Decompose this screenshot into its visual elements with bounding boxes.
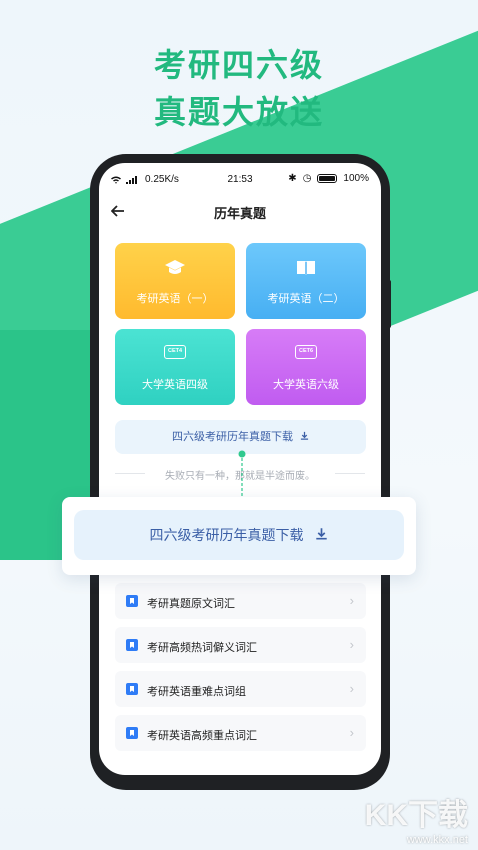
card-label: 大学英语六级	[273, 379, 339, 391]
card-label: 考研英语（二）	[267, 293, 345, 305]
card-cet6[interactable]: CET6 大学英语六级	[246, 329, 366, 405]
download-callout: 四六级考研历年真题下载	[62, 497, 416, 575]
headline-line1: 考研四六级	[153, 47, 324, 83]
list-item[interactable]: 考研英语高频重点词汇 ›	[115, 715, 366, 751]
download-icon	[316, 528, 328, 540]
download-button-large[interactable]: 四六级考研历年真题下载	[74, 510, 404, 560]
bookmark-icon	[126, 595, 138, 607]
chevron-right-icon: ›	[349, 681, 354, 696]
cet4-icon: CET4	[164, 345, 186, 359]
card-kaoyan-english-1[interactable]: 考研英语（一）	[115, 243, 235, 319]
card-cet4[interactable]: CET4 大学英语四级	[115, 329, 235, 405]
status-bar: 0.25K/s 21:53 ✱ ◷ 100%	[99, 163, 381, 195]
list-item[interactable]: 考研高频热词僻义词汇 ›	[115, 627, 366, 663]
bookmark-icon	[126, 683, 138, 695]
bookmark-icon	[126, 727, 138, 739]
list-item-label: 考研英语高频重点词汇	[147, 730, 257, 742]
battery-icon	[317, 174, 338, 183]
download-button[interactable]: 四六级考研历年真题下载	[115, 420, 366, 454]
download-label: 四六级考研历年真题下载	[171, 431, 293, 443]
download-icon	[300, 431, 309, 440]
download-label-large: 四六级考研历年真题下载	[149, 527, 304, 543]
nav-bar: 历年真题	[99, 199, 381, 223]
list-item-label: 考研真题原文词汇	[147, 598, 235, 610]
list-item[interactable]: 考研英语重难点词组 ›	[115, 671, 366, 707]
bookmark-icon	[126, 639, 138, 651]
battery-level: 100%	[343, 173, 369, 184]
graduation-cap-icon	[165, 260, 185, 274]
watermark-url: www.kkx.net	[406, 834, 468, 846]
cet6-icon: CET6	[295, 345, 317, 359]
list-item[interactable]: 考研真题原文词汇 ›	[115, 583, 366, 619]
alarm-icon: ◷	[302, 173, 312, 184]
callout-connector	[238, 450, 246, 498]
headline-line2: 真题大放送	[153, 94, 324, 130]
divider-right	[335, 473, 365, 474]
card-label: 大学英语四级	[142, 379, 208, 391]
watermark-text: KK下载	[364, 799, 468, 832]
book-icon	[297, 261, 315, 275]
watermark-logo: KK下载 www.kkx.net	[358, 790, 468, 846]
chevron-right-icon: ›	[349, 593, 354, 608]
page-title: 历年真题	[213, 206, 266, 221]
chevron-right-icon: ›	[349, 637, 354, 652]
list-item-label: 考研高频热词僻义词汇	[147, 642, 257, 654]
list-item-label: 考研英语重难点词组	[147, 686, 246, 698]
card-label: 考研英语（一）	[136, 293, 214, 305]
bluetooth-icon: ✱	[288, 173, 297, 184]
chevron-right-icon: ›	[349, 725, 354, 740]
card-kaoyan-english-2[interactable]: 考研英语（二）	[246, 243, 366, 319]
